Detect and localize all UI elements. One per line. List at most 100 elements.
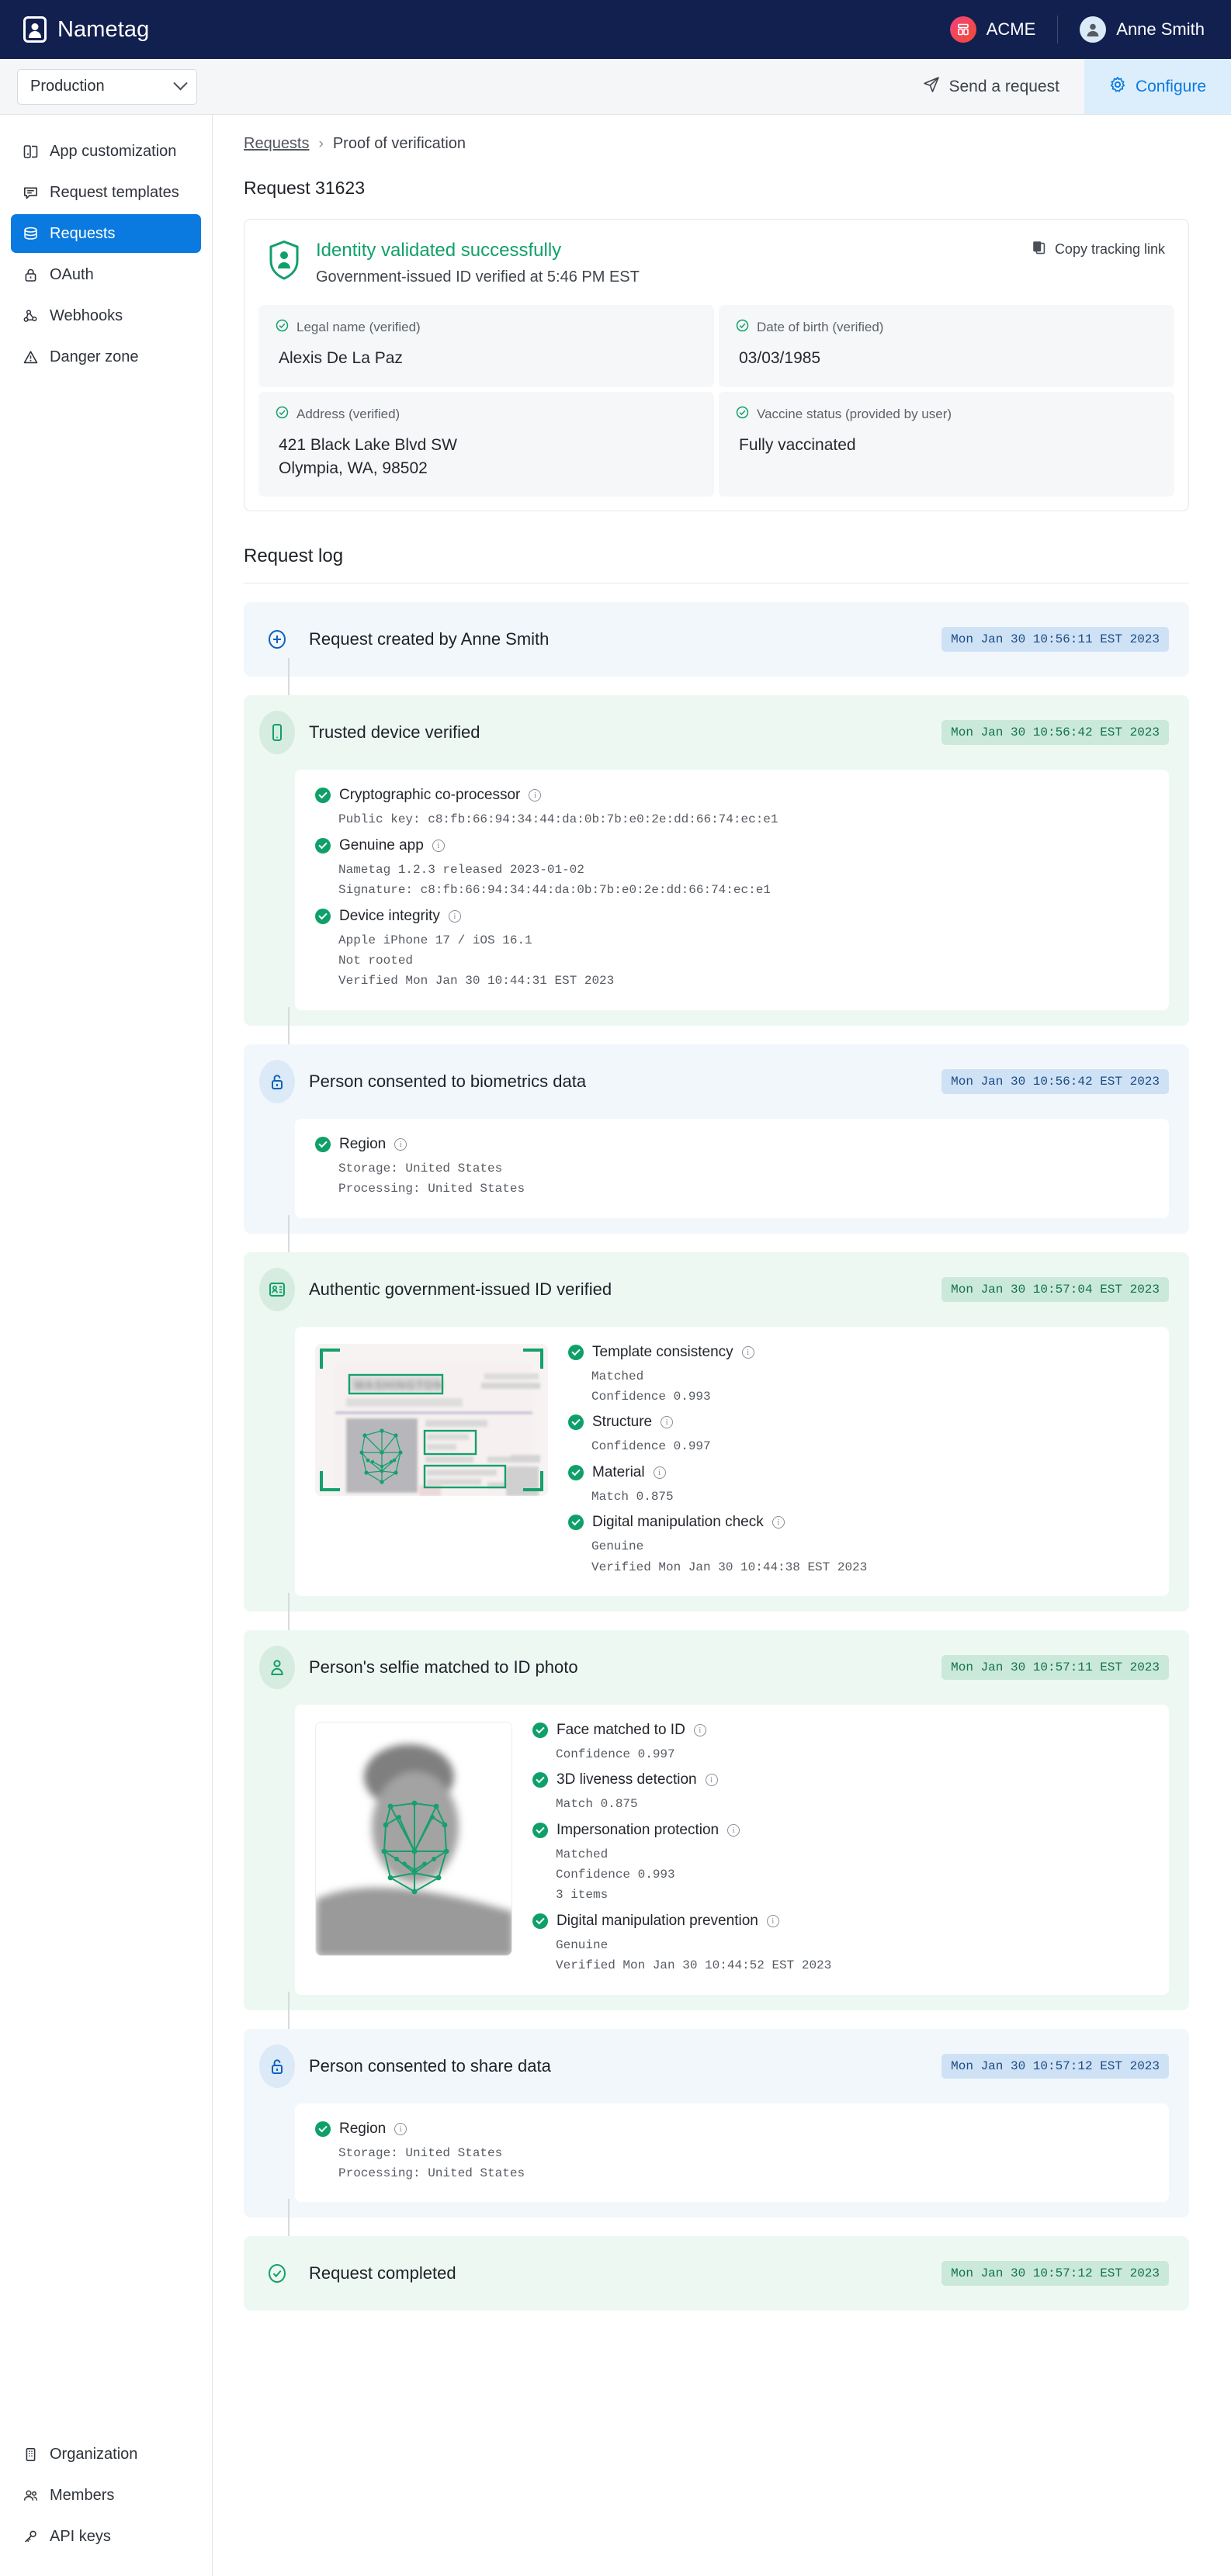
sidebar-item-danger-zone[interactable]: Danger zone xyxy=(11,338,201,376)
check-label: Genuine app xyxy=(339,836,424,853)
check-list: Cryptographic co-processor i Public key: c… xyxy=(315,787,1149,991)
sidebar-item-label: Organization xyxy=(50,2445,138,2463)
field-label: Date of birth (verified) xyxy=(757,320,884,334)
check-tick-icon xyxy=(532,1913,548,1929)
phone-icon xyxy=(259,711,295,755)
check-tick-icon xyxy=(568,1344,584,1360)
check-header: Structure i xyxy=(568,1414,1149,1431)
sidebar-item-label: API keys xyxy=(50,2527,111,2545)
info-icon[interactable]: i xyxy=(394,1137,407,1151)
check-item: Region i Storage: United States Processing:… xyxy=(315,2121,1149,2184)
info-icon[interactable]: i xyxy=(727,1823,740,1837)
timeline-connector xyxy=(288,1214,290,1252)
check-circle-icon xyxy=(276,406,289,423)
info-icon[interactable]: i xyxy=(766,1914,779,1927)
verification-card-header: Identity validated successfully Governme… xyxy=(244,220,1188,305)
plus-circle-icon xyxy=(259,618,295,661)
check-item: Digital manipulation prevention i Genuine V… xyxy=(532,1913,1149,1976)
check-list: Face matched to ID i Confidence 0.997 3D li… xyxy=(532,1722,1149,1976)
log-event-title: Authentic government-issued ID verified xyxy=(309,1279,612,1299)
check-detail-line: Not rooted xyxy=(338,954,414,968)
check-detail-line: Confidence 0.997 xyxy=(556,1747,675,1761)
check-circle-icon xyxy=(259,2252,295,2295)
timeline-connector xyxy=(288,658,290,696)
avatar xyxy=(1080,16,1107,43)
check-label: Region xyxy=(339,2120,387,2137)
timeline-row: Authentic government-issued ID verified M… xyxy=(244,1252,1189,1612)
check-item: Region i Storage: United States Processing:… xyxy=(315,1136,1149,1200)
info-icon[interactable]: i xyxy=(432,839,445,852)
log-event-consent-biometrics[interactable]: Person consented to biometrics data Mon J… xyxy=(244,1044,1189,1234)
check-label: Template consistency xyxy=(592,1343,733,1360)
check-tick-icon xyxy=(315,837,331,853)
info-icon[interactable]: i xyxy=(772,1516,785,1529)
copy-tracking-link-button[interactable]: Copy tracking link xyxy=(1032,240,1165,258)
sidebar-item-oauth[interactable]: OAuth xyxy=(11,255,201,294)
sidebar-item-requests[interactable]: Requests xyxy=(11,214,201,253)
log-event-gov-id-verified[interactable]: Authentic government-issued ID verified M… xyxy=(244,1252,1189,1612)
check-detail-lines: Apple iPhone 17 / iOS 16.1 Not rooted Veri… xyxy=(338,930,1149,992)
log-event-request-completed[interactable]: Request completed Mon Jan 30 10:57:12 EST… xyxy=(244,2236,1189,2311)
check-list: Region i Storage: United States Processing:… xyxy=(315,1136,1149,1200)
info-icon[interactable]: i xyxy=(448,909,461,923)
check-detail-line: Confidence 0.993 xyxy=(556,1868,675,1882)
check-detail-line: Matched xyxy=(556,1847,609,1861)
info-icon[interactable]: i xyxy=(394,2122,407,2135)
log-event-timestamp: Mon Jan 30 10:56:42 EST 2023 xyxy=(941,1068,1169,1094)
environment-value: Production xyxy=(30,78,105,95)
sidebar-item-organization[interactable]: Organization xyxy=(11,2435,201,2474)
log-event-request-created[interactable]: Request created by Anne Smith Mon Jan 30 … xyxy=(244,602,1189,677)
message-icon xyxy=(22,184,39,201)
sidebar-item-request-templates[interactable]: Request templates xyxy=(11,173,201,212)
timeline-row: Request completed Mon Jan 30 10:57:12 EST… xyxy=(244,2236,1189,2311)
verification-subtitle: Government-issued ID verified at 5:46 PM… xyxy=(316,268,640,286)
check-header: Face matched to ID i xyxy=(532,1722,1149,1739)
id-document-thumbnail[interactable]: WASHINGTON xyxy=(315,1343,548,1496)
log-event-header: Trusted device verified Mon Jan 30 10:56:… xyxy=(259,711,1169,755)
sidebar-item-members[interactable]: Members xyxy=(11,2476,201,2515)
field-value: 03/03/1985 xyxy=(739,349,821,367)
info-icon[interactable]: i xyxy=(529,789,542,802)
send-a-request-button[interactable]: Send a request xyxy=(898,59,1084,114)
sidebar-item-webhooks[interactable]: Webhooks xyxy=(11,296,201,335)
check-tick-icon xyxy=(568,1515,584,1531)
request-log-title: Request log xyxy=(244,545,344,567)
brand-name: Nametag xyxy=(57,16,150,42)
log-event-timestamp: Mon Jan 30 10:57:12 EST 2023 xyxy=(941,2261,1169,2287)
check-detail-line: Genuine xyxy=(591,1539,644,1554)
check-detail-lines: Storage: United States Processing: United… xyxy=(338,2143,1149,2184)
sidebar-item-app-customization[interactable]: App customization xyxy=(11,132,201,171)
info-icon[interactable]: i xyxy=(693,1723,706,1736)
check-label: Device integrity xyxy=(339,907,440,924)
sidebar-item-label: Requests xyxy=(50,224,116,242)
check-detail-line: Verified Mon Jan 30 10:44:52 EST 2023 xyxy=(556,1958,832,1973)
org-switcher[interactable]: ACME xyxy=(949,16,1035,43)
brand[interactable]: Nametag xyxy=(23,16,149,43)
selfie-thumbnail[interactable] xyxy=(315,1721,512,1956)
info-icon[interactable]: i xyxy=(705,1774,718,1787)
log-event-title: Request created by Anne Smith xyxy=(309,629,550,649)
check-item: Material i Match 0.875 xyxy=(568,1464,1149,1507)
page-title: Request 31623 xyxy=(244,178,366,198)
breadcrumb-requests-link[interactable]: Requests xyxy=(244,135,310,153)
check-detail-lines: Match 0.875 xyxy=(591,1487,1149,1507)
info-icon[interactable]: i xyxy=(653,1466,666,1479)
info-icon[interactable]: i xyxy=(661,1416,674,1429)
log-event-selfie-matched[interactable]: Person's selfie matched to ID photo Mon J… xyxy=(244,1629,1189,2010)
lock-icon xyxy=(22,266,39,283)
log-event-header: Person's selfie matched to ID photo Mon J… xyxy=(259,1645,1169,1689)
sidebar-item-api-keys[interactable]: API keys xyxy=(11,2517,201,2556)
info-icon[interactable]: i xyxy=(741,1345,754,1359)
breadcrumb-current: Proof of verification xyxy=(332,135,466,152)
log-event-trusted-device[interactable]: Trusted device verified Mon Jan 30 10:56:… xyxy=(244,695,1189,1026)
timeline-connector xyxy=(288,1592,290,1630)
breadcrumb: Requests › Proof of verification xyxy=(244,135,1189,153)
log-event-consent-share[interactable]: Person consented to share data Mon Jan 30… xyxy=(244,2028,1189,2218)
field-vaccine-status: Vaccine status (provided by user) Fully … xyxy=(719,391,1174,497)
environment-select[interactable]: Production xyxy=(17,68,197,105)
timeline-row: Person's selfie matched to ID photo Mon J… xyxy=(244,1629,1189,2010)
people-icon xyxy=(22,2487,39,2504)
configure-button[interactable]: Configure xyxy=(1084,59,1231,114)
user-menu[interactable]: Anne Smith xyxy=(1080,16,1205,43)
check-label: Digital manipulation check xyxy=(592,1514,764,1531)
